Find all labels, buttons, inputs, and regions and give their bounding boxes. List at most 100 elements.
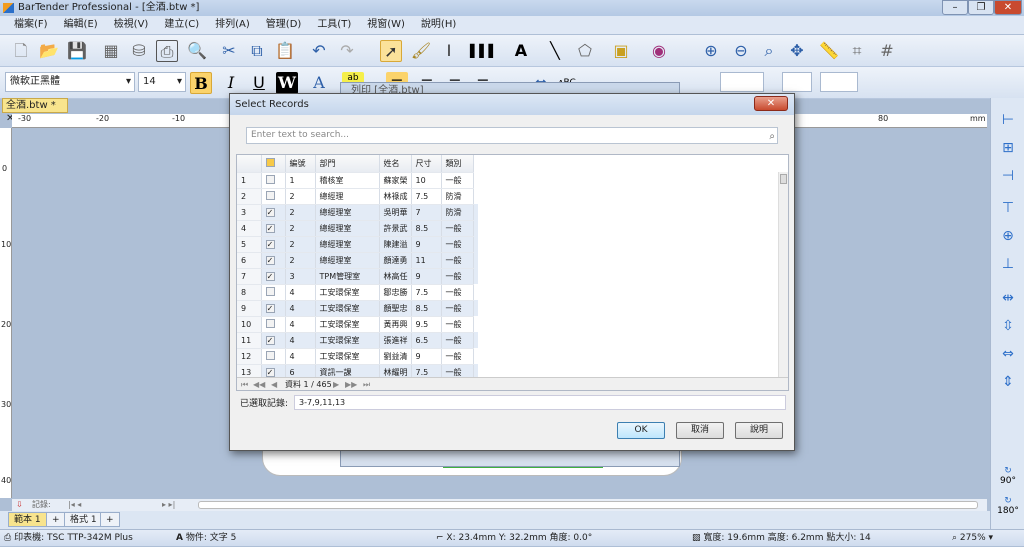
- line-style-select[interactable]: [720, 72, 764, 92]
- record-prev-buttons[interactable]: |◂ ◂: [68, 499, 81, 511]
- table-row[interactable]: 6 ✓ 2 總經理室 顏達勇 11 一般: [237, 252, 478, 269]
- row-checkbox[interactable]: ✓: [261, 220, 286, 237]
- text-cursor-icon[interactable]: I: [438, 40, 460, 62]
- page-setup-icon[interactable]: ▦: [100, 40, 122, 62]
- ok-button[interactable]: OK: [617, 422, 665, 439]
- document-tab[interactable]: 全酒.btw * ✕: [2, 98, 68, 124]
- minimize-button[interactable]: –: [942, 0, 968, 15]
- menu-help[interactable]: 說明(H): [413, 16, 464, 34]
- center-page-v-icon[interactable]: ⇕: [997, 372, 1019, 392]
- zoom-out-icon[interactable]: ⊖: [730, 40, 752, 62]
- menu-admin[interactable]: 管理(D): [258, 16, 310, 34]
- column-header[interactable]: 姓名: [379, 155, 412, 173]
- next-record-button[interactable]: ▶: [333, 378, 339, 390]
- search-icon[interactable]: ⌕: [769, 129, 775, 144]
- line-icon[interactable]: ╲: [544, 40, 566, 62]
- tab-layout-1[interactable]: 格式 1: [64, 512, 103, 527]
- redo-icon[interactable]: ↷: [336, 40, 358, 62]
- column-header[interactable]: 尺寸: [411, 155, 442, 173]
- align-middle-icon[interactable]: ⊕: [997, 226, 1019, 246]
- cut-icon[interactable]: ✂: [218, 40, 240, 62]
- menu-arrange[interactable]: 排列(A): [207, 16, 258, 34]
- menu-create[interactable]: 建立(C): [156, 16, 207, 34]
- table-row[interactable]: 3 ✓ 2 總經理室 吳明華 7 防滑: [237, 204, 478, 221]
- center-page-h-icon[interactable]: ⇔: [997, 344, 1019, 364]
- next-page-button[interactable]: ▶▶: [345, 378, 357, 390]
- format-painter-icon[interactable]: 🖌: [410, 40, 432, 62]
- zoom-in-icon[interactable]: ⊕: [700, 40, 722, 62]
- align-right-edge-icon[interactable]: ⊣: [997, 166, 1019, 186]
- underline-button[interactable]: U: [248, 72, 270, 94]
- align-top-icon[interactable]: ⊤: [997, 198, 1019, 218]
- prev-page-button[interactable]: ◀◀: [253, 378, 265, 390]
- prev-record-button[interactable]: ◀: [271, 378, 277, 390]
- row-checkbox[interactable]: [261, 188, 286, 205]
- save-icon[interactable]: 💾: [66, 40, 88, 62]
- menu-tools[interactable]: 工具(T): [309, 16, 359, 34]
- database-icon[interactable]: ⛁: [128, 40, 150, 62]
- distribute-v-icon[interactable]: ⇳: [997, 316, 1019, 336]
- table-row[interactable]: 7 ✓ 3 TPM管理室 林高任 9 一般: [237, 268, 478, 285]
- select-pointer-icon[interactable]: ➚: [380, 40, 402, 62]
- cancel-button[interactable]: 取消: [676, 422, 724, 439]
- distribute-h-icon[interactable]: ⇹: [997, 288, 1019, 308]
- horizontal-scrollbar[interactable]: [198, 501, 978, 509]
- help-button[interactable]: 說明: [735, 422, 783, 439]
- print-preview-icon[interactable]: 🔍: [186, 40, 208, 62]
- row-checkbox[interactable]: [261, 316, 286, 333]
- menu-window[interactable]: 視窗(W): [359, 16, 413, 34]
- table-row[interactable]: 12 4 工安環保室 劉益清 9 一般: [237, 348, 478, 365]
- last-record-button[interactable]: ⏭: [363, 378, 370, 390]
- add-layout-icon[interactable]: +: [100, 512, 120, 527]
- first-record-button[interactable]: ⏮: [241, 378, 248, 390]
- maximize-button[interactable]: ❐: [968, 0, 994, 15]
- rotate-90-button[interactable]: ↻ 90°: [997, 466, 1019, 486]
- rotate-180-button[interactable]: ↻ 180°: [997, 496, 1019, 516]
- font-select[interactable]: 微軟正黑體 ▾: [5, 72, 135, 92]
- table-row[interactable]: 2 2 總經理 林祿成 7.5 防滑: [237, 188, 478, 205]
- undo-icon[interactable]: ↶: [308, 40, 330, 62]
- search-input[interactable]: Enter text to search... ⌕: [246, 127, 778, 144]
- table-row[interactable]: 5 ✓ 2 總經理室 陳建溢 9 一般: [237, 236, 478, 253]
- table-row[interactable]: 4 ✓ 2 總經理室 許景武 8.5 一般: [237, 220, 478, 237]
- bold-button[interactable]: B: [190, 72, 212, 94]
- add-template-icon[interactable]: +: [46, 512, 66, 527]
- align-center-h-icon[interactable]: ⊞: [997, 138, 1019, 158]
- zoom-status[interactable]: ⌕ 275% ▾: [952, 530, 993, 547]
- dialog-close-button[interactable]: ✕: [754, 96, 788, 111]
- reverse-button[interactable]: W: [276, 72, 298, 94]
- print-icon[interactable]: ⎙: [156, 40, 178, 62]
- grid-vertical-scrollbar[interactable]: [778, 172, 788, 377]
- align-left-edge-icon[interactable]: ⊢: [997, 110, 1019, 130]
- row-checkbox[interactable]: [261, 284, 286, 301]
- barcode-icon[interactable]: ▌▌▌: [470, 40, 498, 62]
- fill-select[interactable]: [820, 72, 858, 92]
- table-row[interactable]: 8 4 工安環保室 鄒忠勝 7.5 一般: [237, 284, 478, 301]
- font-color-button[interactable]: A: [308, 72, 330, 94]
- guides-icon[interactable]: ⌗: [846, 40, 868, 62]
- copy-icon[interactable]: ⧉: [246, 40, 268, 62]
- italic-button[interactable]: I: [220, 72, 242, 94]
- table-row[interactable]: 9 ✓ 4 工安環保室 顏聖忠 8.5 一般: [237, 300, 478, 317]
- ruler-icon[interactable]: 📏: [818, 40, 840, 62]
- new-icon[interactable]: 🗋: [10, 40, 32, 62]
- shape-icon[interactable]: ⬠: [574, 40, 596, 62]
- close-button[interactable]: ✕: [994, 0, 1022, 15]
- row-checkbox[interactable]: ✓: [261, 204, 286, 221]
- row-checkbox[interactable]: ✓: [261, 236, 286, 253]
- font-size-select[interactable]: 14 ▾: [138, 72, 186, 92]
- rfid-icon[interactable]: ◉: [648, 40, 670, 62]
- menu-file[interactable]: 檔案(F): [6, 16, 56, 34]
- table-row[interactable]: 1 1 稽核室 蘇家榮 10 一般: [237, 172, 478, 189]
- menu-view[interactable]: 檢視(V): [106, 16, 157, 34]
- column-header[interactable]: 部門: [315, 155, 380, 173]
- align-bottom-icon[interactable]: ⊥: [997, 254, 1019, 274]
- line-width-select[interactable]: [782, 72, 812, 92]
- row-checkbox[interactable]: ✓: [261, 252, 286, 269]
- paste-icon[interactable]: 📋: [274, 40, 296, 62]
- row-checkbox[interactable]: [261, 348, 286, 365]
- menu-edit[interactable]: 編輯(E): [56, 16, 106, 34]
- text-icon[interactable]: A: [510, 40, 532, 62]
- column-header[interactable]: 編號: [285, 155, 316, 173]
- open-icon[interactable]: 📂: [38, 40, 60, 62]
